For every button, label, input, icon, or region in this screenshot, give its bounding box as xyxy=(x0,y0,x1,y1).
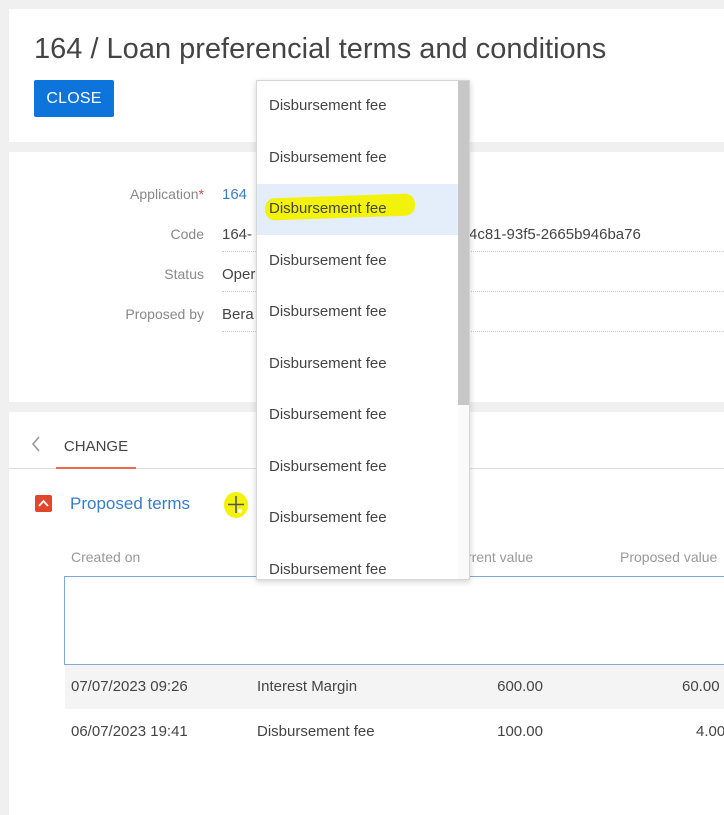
code-value: 164- xyxy=(222,226,253,243)
table-row[interactable]: 07/07/2023 09:26 Interest Margin 600.00 … xyxy=(65,665,724,709)
cell-term: Disbursement fee xyxy=(257,723,375,740)
page-title: 164 / Loan preferencial terms and condit… xyxy=(34,33,607,65)
dropdown-item[interactable]: Disbursement fee xyxy=(257,493,460,544)
code-label: Code xyxy=(170,226,204,242)
column-proposed-value[interactable]: Proposed value xyxy=(620,549,717,565)
application-label: Application* xyxy=(130,186,204,202)
dropdown-item[interactable]: Disbursement fee xyxy=(257,133,460,184)
new-record-row[interactable] xyxy=(64,576,724,665)
dropdown-scrollbar[interactable] xyxy=(458,81,469,579)
column-created-on[interactable]: Created on xyxy=(71,549,140,565)
dropdown-item[interactable]: Disbursement fee xyxy=(257,442,460,493)
cell-proposed-value: 60.00 xyxy=(682,678,720,695)
collapse-button[interactable] xyxy=(35,495,52,512)
dropdown-item[interactable]: Disbursement fee xyxy=(257,81,460,132)
dropdown-item[interactable]: Disbursement fee xyxy=(257,545,460,579)
close-button[interactable]: CLOSE xyxy=(34,80,114,117)
column-current-value[interactable]: rrent value xyxy=(467,549,533,565)
dropdown-item[interactable]: Disbursement fee xyxy=(257,390,460,441)
dropdown-scrollbar-thumb[interactable] xyxy=(458,81,469,405)
table-row[interactable]: 06/07/2023 19:41 Disbursement fee 100.00… xyxy=(65,710,724,754)
dropdown-item[interactable]: Disbursement fee xyxy=(257,236,460,287)
dropdown-item[interactable]: Disbursement fee xyxy=(257,339,460,390)
dropdown-item[interactable]: Disbursement fee xyxy=(257,287,460,338)
chevron-left-icon[interactable] xyxy=(31,436,41,457)
code-value-suffix: 4c81-93f5-2665b946ba76 xyxy=(469,226,641,243)
proposed-terms-title: Proposed terms xyxy=(70,494,190,513)
required-marker: * xyxy=(198,186,204,202)
chevron-up-icon xyxy=(38,499,49,507)
term-dropdown-list[interactable]: Disbursement fee Disbursement fee Disbur… xyxy=(256,80,470,580)
cell-term: Interest Margin xyxy=(257,678,358,695)
add-icon[interactable] xyxy=(221,490,251,520)
tab-change[interactable]: CHANGE xyxy=(56,412,136,469)
cell-created-on: 07/07/2023 09:26 xyxy=(71,678,188,695)
cell-current-value: 100.00 xyxy=(497,723,543,740)
status-label: Status xyxy=(164,266,204,282)
cell-proposed-value: 4.00 xyxy=(696,723,724,740)
proposed-by-label: Proposed by xyxy=(125,306,204,322)
dropdown-item-selected[interactable]: Disbursement fee xyxy=(257,184,460,235)
cell-created-on: 06/07/2023 19:41 xyxy=(71,723,188,740)
cell-current-value: 600.00 xyxy=(497,678,543,695)
